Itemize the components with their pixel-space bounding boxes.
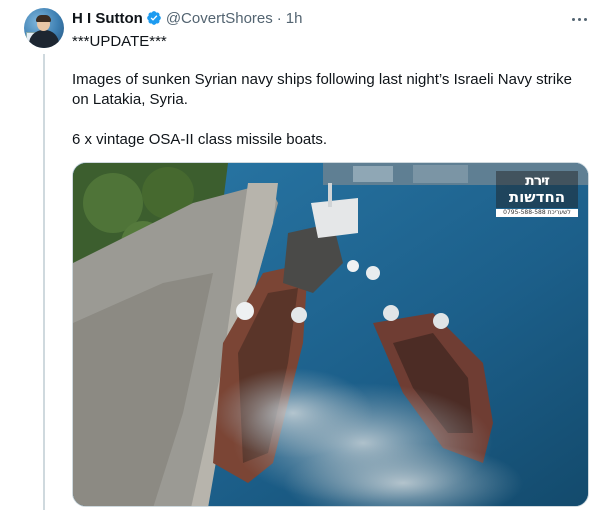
- tweet-media-photo[interactable]: זירת החדשות 0795-588-588 לשעריכת: [72, 162, 589, 507]
- separator-dot: ·: [276, 9, 282, 27]
- tweet-text-detail: 6 x vintage OSA-II class missile boats.: [72, 131, 328, 148]
- tweet-text-body: Images of sunken Syrian navy ships follo…: [72, 71, 572, 108]
- watermark-logo: זירת החדשות 0795-588-588 לשעריכת: [496, 171, 578, 217]
- author-handle[interactable]: @CovertShores: [166, 10, 273, 27]
- tweet-header: H I Sutton @CovertShores · 1h: [72, 8, 302, 28]
- watermark-sub: 0795-588-588 לשעריכת: [496, 209, 578, 217]
- tweet-text-update: ***UPDATE***: [72, 33, 167, 50]
- watermark-title: החדשות: [508, 188, 566, 206]
- verified-badge-icon: [146, 11, 161, 25]
- author-name[interactable]: H I Sutton: [72, 10, 143, 27]
- tweet-timestamp[interactable]: 1h: [286, 10, 303, 27]
- author-avatar[interactable]: [24, 8, 64, 48]
- avatar-hair: [36, 15, 51, 22]
- more-options-icon[interactable]: [568, 10, 590, 28]
- avatar-body: [29, 30, 59, 48]
- watermark-top: זירת: [525, 173, 550, 189]
- thread-line: [43, 54, 45, 510]
